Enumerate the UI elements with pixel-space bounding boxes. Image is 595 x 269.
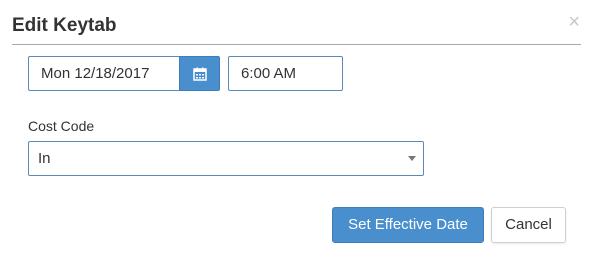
calendar-icon bbox=[192, 67, 207, 81]
close-icon[interactable]: × bbox=[568, 12, 580, 32]
effective-time-input[interactable]: 6:00 AM bbox=[228, 56, 343, 91]
cost-code-selected-value: In bbox=[38, 150, 51, 167]
cost-code-select[interactable]: In bbox=[28, 141, 424, 176]
header-divider bbox=[12, 44, 581, 45]
dialog-title: Edit Keytab bbox=[12, 15, 117, 36]
set-effective-date-button[interactable]: Set Effective Date bbox=[332, 207, 484, 243]
effective-date-input[interactable]: Mon 12/18/2017 bbox=[28, 56, 179, 91]
edit-keytab-dialog: Edit Keytab × Mon 12/18/2017 6:00 AM Cos… bbox=[0, 0, 595, 269]
cost-code-label: Cost Code bbox=[28, 118, 95, 134]
cancel-button[interactable]: Cancel bbox=[491, 207, 566, 243]
calendar-button[interactable] bbox=[179, 56, 220, 91]
chevron-down-icon bbox=[408, 156, 416, 161]
